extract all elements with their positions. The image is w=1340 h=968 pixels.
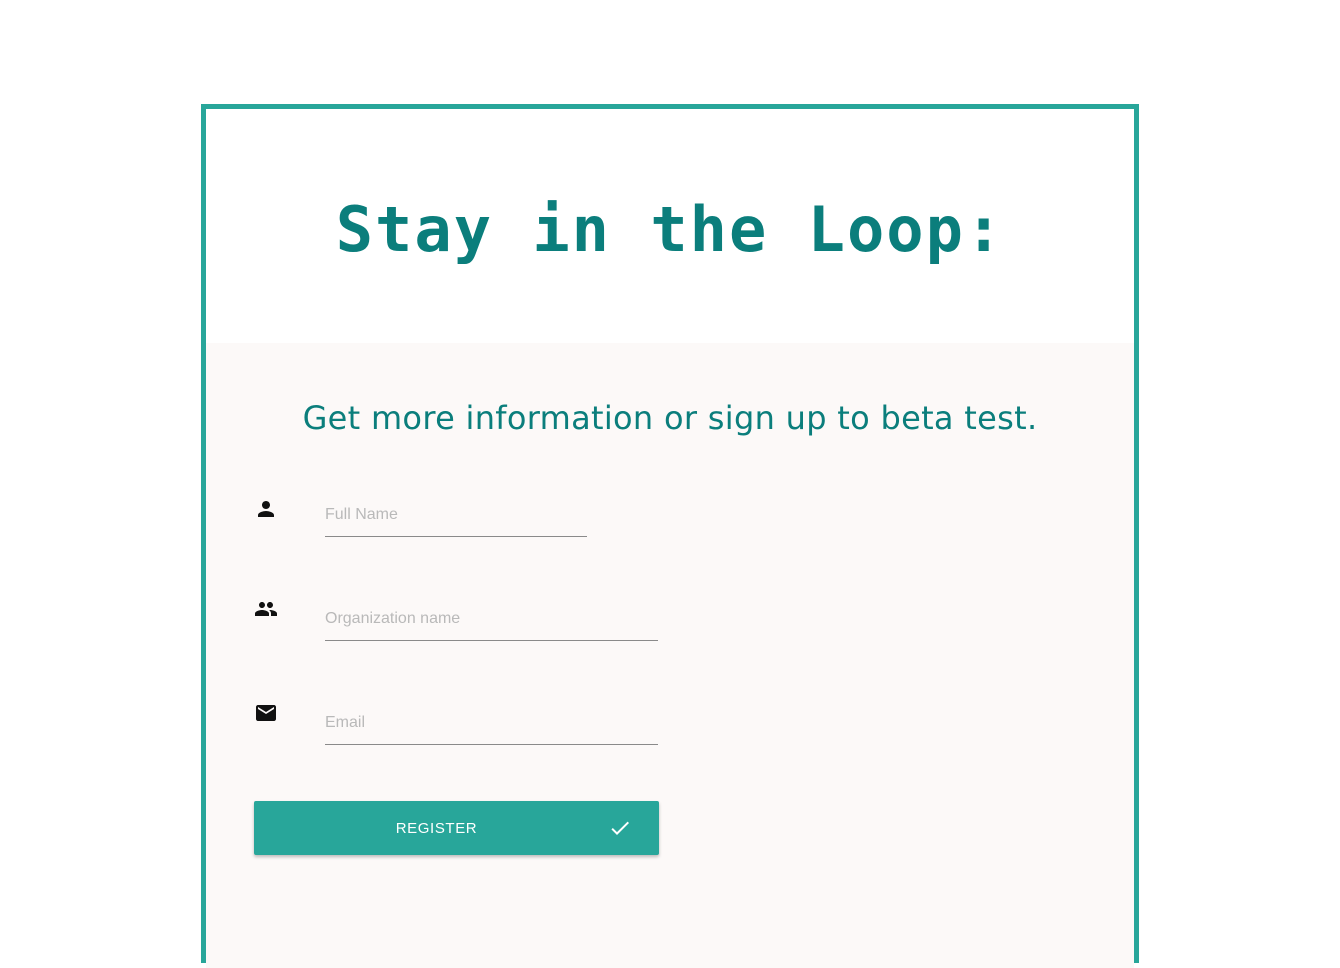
- card-header: Stay in the Loop:: [206, 109, 1134, 343]
- mail-icon: [254, 701, 278, 725]
- signup-form: Get more information or sign up to beta …: [206, 343, 1134, 968]
- email-input[interactable]: [325, 714, 658, 745]
- form-subtitle: Get more information or sign up to beta …: [302, 399, 1038, 437]
- person-icon: [254, 497, 278, 521]
- organization-row: [206, 597, 1134, 657]
- register-button[interactable]: REGISTER: [254, 801, 659, 855]
- full-name-input[interactable]: [325, 506, 587, 537]
- check-icon: [608, 816, 632, 840]
- register-button-label: REGISTER: [395, 820, 478, 837]
- page-title: Stay in the Loop:: [335, 192, 1005, 266]
- group-icon: [254, 597, 278, 621]
- organization-name-input[interactable]: [325, 610, 658, 641]
- signup-card: Stay in the Loop: Get more information o…: [201, 104, 1139, 968]
- email-row: [206, 701, 1134, 761]
- full-name-row: [206, 493, 1134, 553]
